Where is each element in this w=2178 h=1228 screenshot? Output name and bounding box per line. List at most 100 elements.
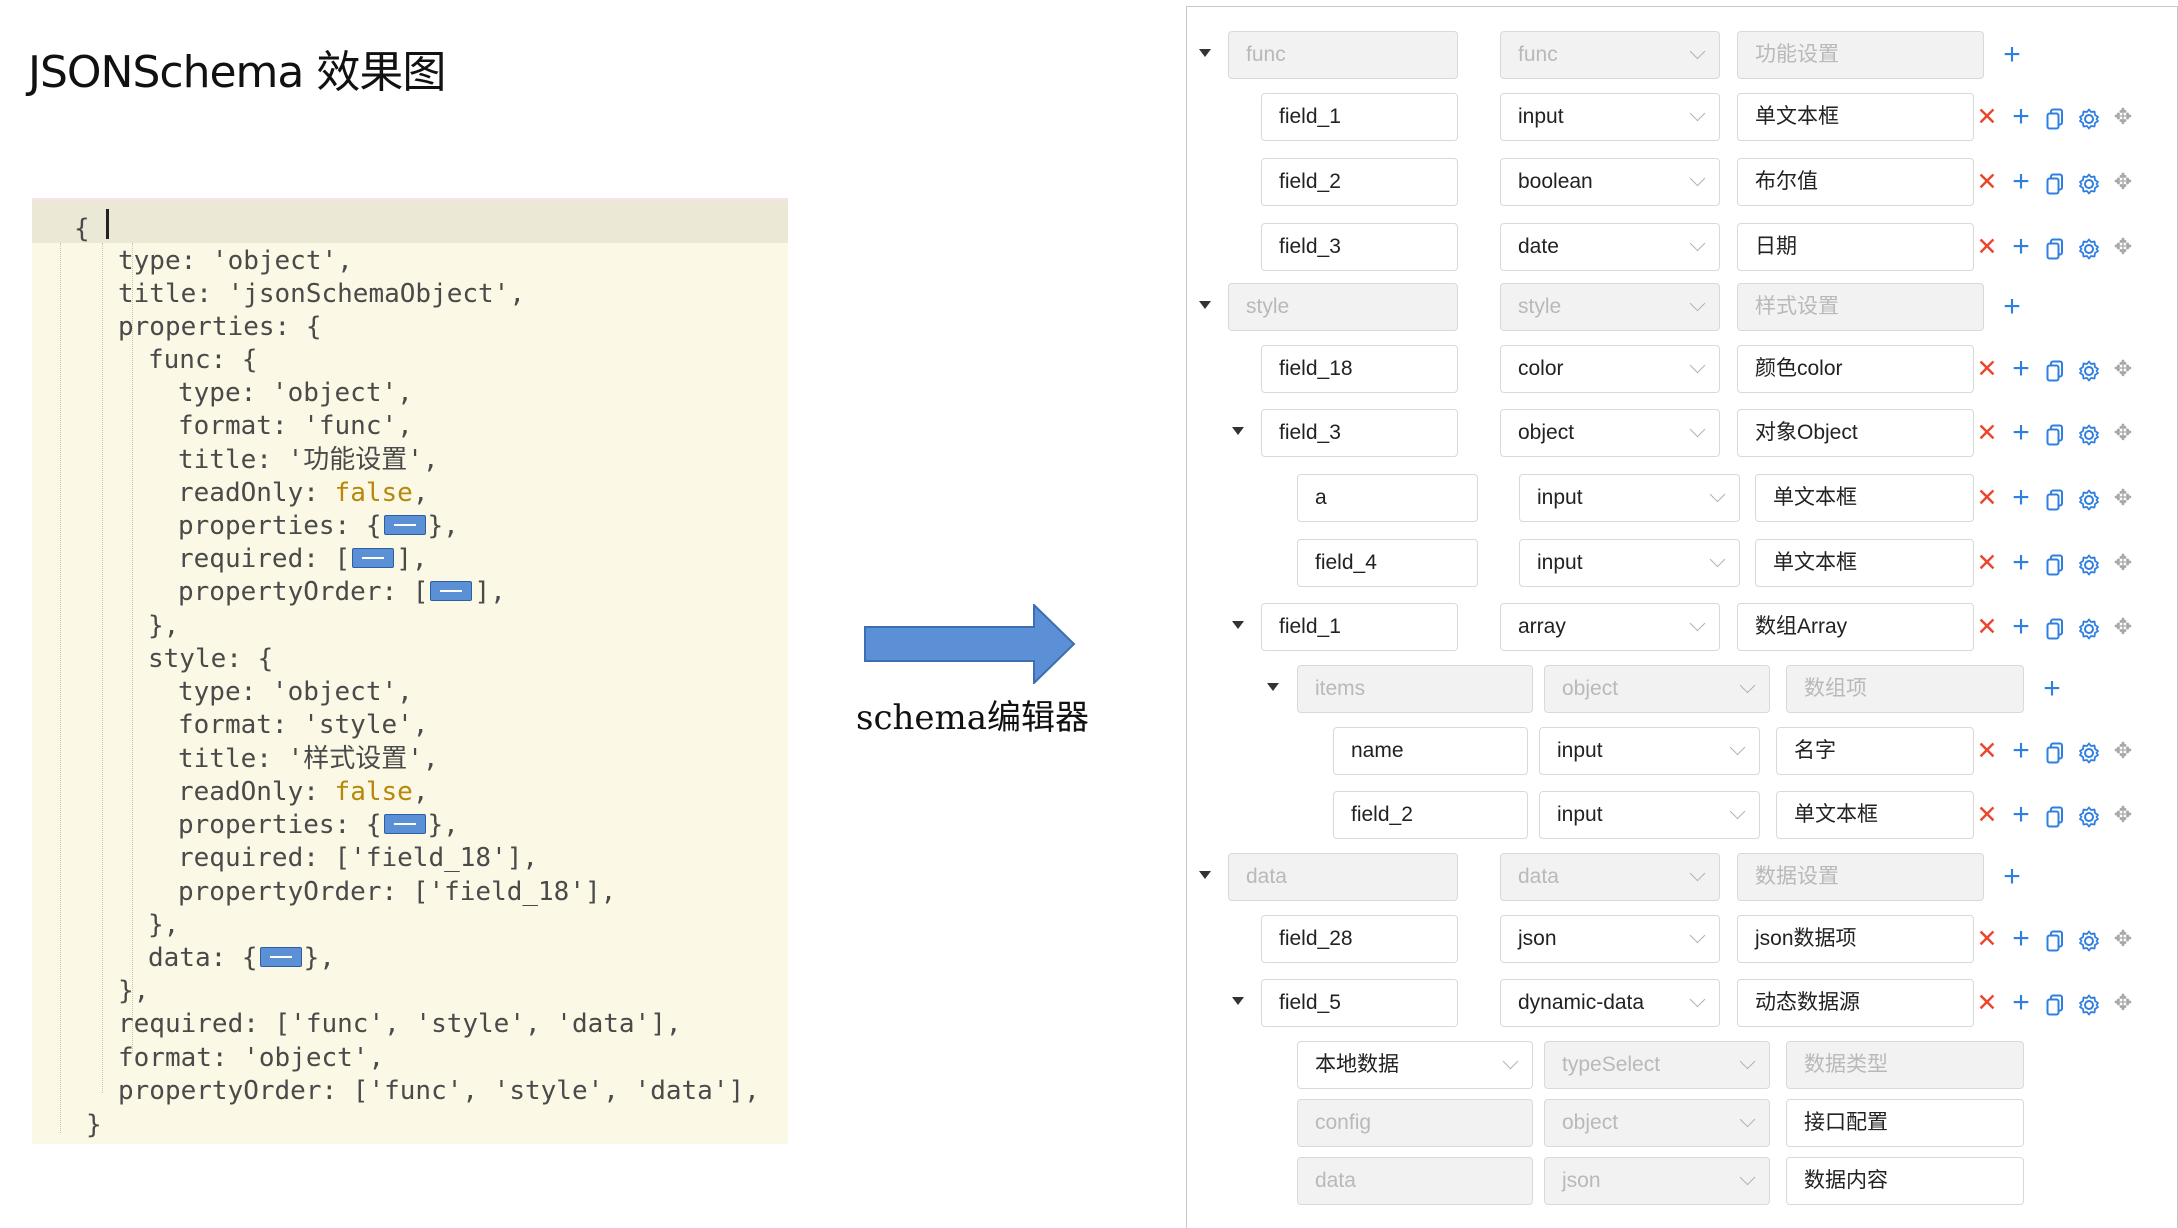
delete-field-button[interactable]: ✕ [1970,345,2004,393]
settings-field-button[interactable] [2072,409,2106,457]
collapsed-fold-icon[interactable] [383,813,426,834]
add-field-button[interactable]: + [2004,539,2038,587]
add-field-button[interactable]: + [2004,915,2038,963]
type-select[interactable]: boolean [1500,158,1720,206]
add-field-button[interactable]: + [2004,474,2038,522]
copy-field-button[interactable] [2038,474,2072,522]
settings-field-button[interactable] [2072,158,2106,206]
settings-field-button[interactable] [2072,93,2106,141]
add-field-button[interactable]: + [2004,979,2038,1027]
type-select[interactable]: input [1500,93,1720,141]
delete-field-button[interactable]: ✕ [1970,727,2004,775]
key-input[interactable]: field_2 [1333,791,1528,839]
settings-field-button[interactable] [2072,979,2106,1027]
copy-field-button[interactable] [2038,539,2072,587]
drag-move-handle[interactable]: ✥ [2106,474,2140,522]
copy-field-button[interactable] [2038,223,2072,271]
add-field-button[interactable]: + [2004,727,2038,775]
add-field-button[interactable]: + [2004,158,2038,206]
key-input[interactable]: field_28 [1261,915,1458,963]
type-select[interactable]: input [1539,791,1760,839]
copy-field-button[interactable] [2038,979,2072,1027]
drag-move-handle[interactable]: ✥ [2106,158,2140,206]
copy-field-button[interactable] [2038,158,2072,206]
type-select[interactable]: input [1539,727,1760,775]
settings-field-button[interactable] [2072,539,2106,587]
add-field-button[interactable]: + [2004,345,2038,393]
key-input[interactable]: a [1297,474,1478,522]
type-select[interactable]: dynamic-data [1500,979,1720,1027]
delete-field-button[interactable]: ✕ [1970,539,2004,587]
title-input[interactable]: 颜色color [1737,345,1974,393]
drag-move-handle[interactable]: ✥ [2106,345,2140,393]
collapse-caret-icon[interactable] [1267,683,1279,691]
title-input[interactable]: 对象Object [1737,409,1974,457]
drag-move-handle[interactable]: ✥ [2106,791,2140,839]
type-select[interactable]: color [1500,345,1720,393]
collapsed-fold-icon[interactable] [259,946,302,967]
title-input[interactable]: 单文本框 [1755,539,1974,587]
title-input[interactable]: 接口配置 [1786,1099,2024,1147]
add-field-button[interactable]: + [2035,665,2069,713]
copy-field-button[interactable] [2038,345,2072,393]
copy-field-button[interactable] [2038,93,2072,141]
title-input[interactable]: 单文本框 [1776,791,1974,839]
title-input[interactable]: 日期 [1737,223,1974,271]
key-input[interactable]: field_4 [1297,539,1478,587]
key-input[interactable]: field_3 [1261,223,1458,271]
copy-field-button[interactable] [2038,727,2072,775]
delete-field-button[interactable]: ✕ [1970,603,2004,651]
settings-field-button[interactable] [2072,345,2106,393]
title-input[interactable]: 单文本框 [1755,474,1974,522]
collapsed-fold-icon[interactable] [430,580,473,601]
add-field-button[interactable]: + [2004,93,2038,141]
key-input[interactable]: field_3 [1261,409,1458,457]
type-select[interactable]: json [1500,915,1720,963]
settings-field-button[interactable] [2072,474,2106,522]
delete-field-button[interactable]: ✕ [1970,474,2004,522]
drag-move-handle[interactable]: ✥ [2106,539,2140,587]
key-input[interactable]: field_1 [1261,93,1458,141]
type-select[interactable]: date [1500,223,1720,271]
add-field-button[interactable]: + [2004,791,2038,839]
add-field-button[interactable]: + [2004,603,2038,651]
drag-move-handle[interactable]: ✥ [2106,979,2140,1027]
title-input[interactable]: 布尔值 [1737,158,1974,206]
drag-move-handle[interactable]: ✥ [2106,603,2140,651]
key-input[interactable]: field_2 [1261,158,1458,206]
title-input[interactable]: 名字 [1776,727,1974,775]
drag-move-handle[interactable]: ✥ [2106,93,2140,141]
settings-field-button[interactable] [2072,603,2106,651]
drag-move-handle[interactable]: ✥ [2106,409,2140,457]
delete-field-button[interactable]: ✕ [1970,158,2004,206]
add-field-button[interactable]: + [2004,223,2038,271]
title-input[interactable]: 数据内容 [1786,1157,2024,1205]
copy-field-button[interactable] [2038,791,2072,839]
settings-field-button[interactable] [2072,915,2106,963]
delete-field-button[interactable]: ✕ [1970,93,2004,141]
key-input[interactable]: name [1333,727,1528,775]
title-input[interactable]: json数据项 [1737,915,1974,963]
collapse-caret-icon[interactable] [1199,49,1211,57]
type-select[interactable]: object [1500,409,1720,457]
collapse-caret-icon[interactable] [1232,997,1244,1005]
title-input[interactable]: 单文本框 [1737,93,1974,141]
collapse-caret-icon[interactable] [1199,301,1211,309]
type-select[interactable]: input [1519,474,1740,522]
collapsed-fold-icon[interactable] [352,547,395,568]
collapse-caret-icon[interactable] [1199,871,1211,879]
collapsed-fold-icon[interactable] [383,514,426,535]
code-viewer[interactable]: {type: 'object', title: 'jsonSchemaObject… [32,198,788,1144]
title-input[interactable]: 动态数据源 [1737,979,1974,1027]
copy-field-button[interactable] [2038,603,2072,651]
drag-move-handle[interactable]: ✥ [2106,727,2140,775]
type-select[interactable]: array [1500,603,1720,651]
drag-move-handle[interactable]: ✥ [2106,915,2140,963]
delete-field-button[interactable]: ✕ [1970,915,2004,963]
type-select[interactable]: input [1519,539,1740,587]
key-input[interactable]: field_1 [1261,603,1458,651]
data-source-select[interactable]: 本地数据 [1297,1041,1533,1089]
delete-field-button[interactable]: ✕ [1970,409,2004,457]
add-field-button[interactable]: + [1995,31,2029,79]
add-field-button[interactable]: + [1995,283,2029,331]
